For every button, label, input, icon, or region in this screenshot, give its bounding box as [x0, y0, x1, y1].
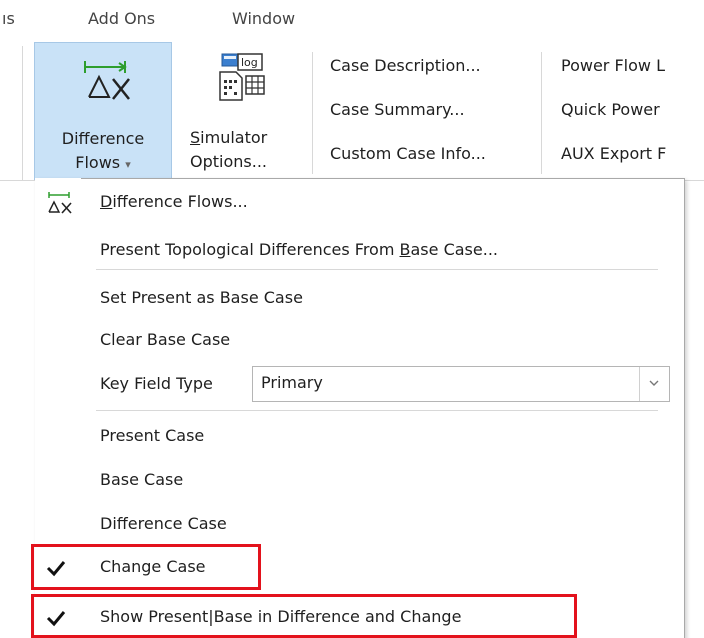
- key-field-type-dropdown-button[interactable]: [639, 367, 669, 401]
- key-field-type-value: Primary: [261, 373, 323, 392]
- difference-flows-label: Difference Flows ▾: [35, 127, 171, 177]
- highlight-box-change-case: [31, 544, 261, 590]
- ribbon-separator: [541, 52, 542, 174]
- tab-tools-partial[interactable]: ıs: [2, 9, 15, 28]
- ribbon-separator: [312, 52, 313, 174]
- difference-flows-label-line2: Flows ▾: [35, 151, 171, 177]
- menu-item-present-case[interactable]: Present Case: [100, 426, 204, 445]
- tab-window[interactable]: Window: [232, 9, 295, 28]
- aux-export-button[interactable]: AUX Export F: [561, 144, 666, 163]
- quick-power-flow-button[interactable]: Quick Power: [561, 100, 660, 119]
- simulator-options-button[interactable]: log Simulator Options...: [180, 42, 298, 180]
- menu-item-difference-flows[interactable]: Difference Flows...: [100, 192, 248, 211]
- menu-item-set-present-as-base-case[interactable]: Set Present as Base Case: [100, 288, 303, 307]
- case-description-button[interactable]: Case Description...: [330, 56, 481, 75]
- menu-item-present-topological-differences[interactable]: Present Topological Differences From Bas…: [100, 240, 498, 259]
- menu-item-topological-label-before: Present Topological Differences From: [100, 240, 400, 259]
- difference-flows-small-icon: [48, 192, 72, 214]
- key-field-type-label: Key Field Type: [100, 374, 213, 393]
- menu-item-difference-case[interactable]: Difference Case: [100, 514, 227, 533]
- power-flow-list-button[interactable]: Power Flow L: [561, 56, 665, 75]
- simulator-options-label-rest: imulator: [200, 128, 268, 147]
- menu-item-difference-flows-label: ifference Flows...: [112, 192, 248, 211]
- simulator-options-label-line1: Simulator: [190, 126, 267, 150]
- difference-flows-button[interactable]: Difference Flows ▾: [34, 42, 172, 180]
- case-summary-button[interactable]: Case Summary...: [330, 100, 465, 119]
- svg-text:log: log: [241, 56, 258, 69]
- chevron-down-icon: [649, 380, 659, 386]
- simulator-options-label-line2: Options...: [190, 152, 267, 171]
- tab-add-ons[interactable]: Add Ons: [88, 9, 155, 28]
- menu-item-clear-base-case[interactable]: Clear Base Case: [100, 330, 230, 349]
- menu-item-base-case[interactable]: Base Case: [100, 470, 183, 489]
- chevron-down-icon: ▾: [125, 158, 131, 171]
- menu-separator: [96, 269, 658, 270]
- simulator-options-label: Simulator Options...: [190, 126, 267, 174]
- menu-tab-strip: ıs Add Ons Window: [0, 0, 704, 38]
- custom-case-info-button[interactable]: Custom Case Info...: [330, 144, 486, 163]
- difference-flows-label-text: Flows: [75, 153, 121, 172]
- key-field-type-select[interactable]: Primary: [252, 366, 670, 402]
- menu-item-topological-label-after: ase Case...: [410, 240, 498, 259]
- menu-separator: [96, 410, 658, 411]
- highlight-box-show-present-base: [31, 594, 577, 638]
- difference-flows-label-line1: Difference: [61, 129, 145, 148]
- accelerator-b: B: [399, 240, 411, 259]
- accelerator-d: D: [100, 192, 113, 211]
- simulator-options-icon: log: [219, 53, 265, 101]
- difference-flows-icon: [84, 61, 130, 100]
- simulator-options-accelerator: S: [190, 128, 201, 147]
- ribbon-group-divider: [22, 46, 23, 180]
